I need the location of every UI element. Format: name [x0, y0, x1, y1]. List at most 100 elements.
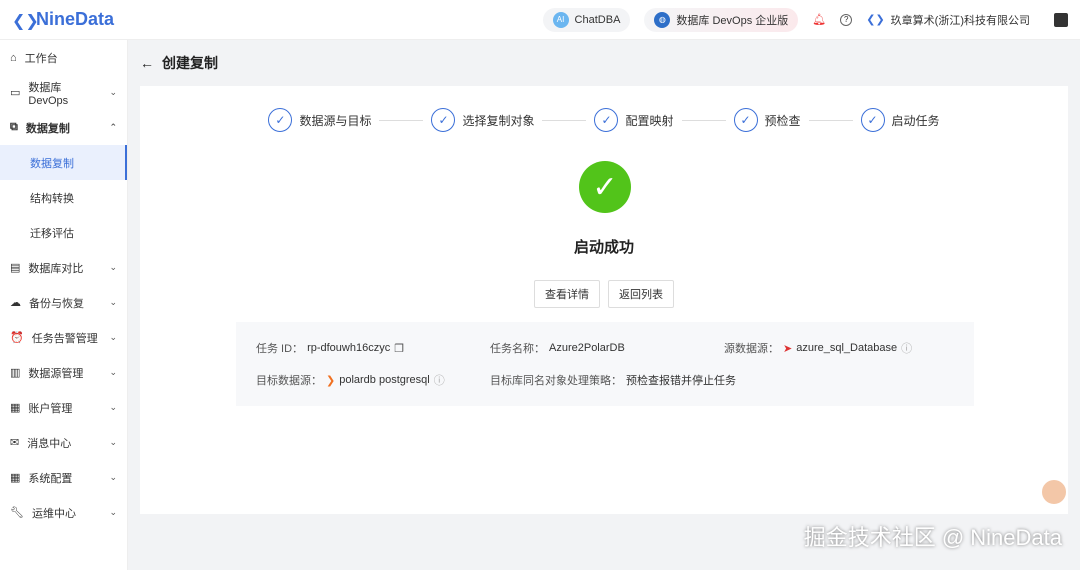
- chevron-icon: ⌄: [109, 297, 117, 307]
- copy-icon: ⧉: [10, 121, 18, 133]
- chevron-icon: ⌄: [109, 367, 117, 377]
- task-id-value: rp-dfouwh16czyc: [307, 342, 391, 354]
- globe-icon: ◍: [654, 11, 671, 28]
- edition-button[interactable]: ◍ 数据库 DevOps 企业版: [644, 7, 799, 32]
- copy-icon[interactable]: ❐: [394, 342, 404, 355]
- sidebar-item[interactable]: ▦ 系统配置 ⌄: [0, 460, 127, 495]
- step-connector: [542, 119, 587, 121]
- sidebar-item[interactable]: ⧉ 数据复制 ⌃: [0, 110, 127, 145]
- org-name: 玖章算术(浙江)科技有限公司: [890, 14, 1030, 27]
- sidebar-item-label: 账户管理: [28, 402, 73, 415]
- chevron-icon: ⌄: [109, 262, 117, 272]
- back-to-list-button[interactable]: 返回列表: [608, 280, 674, 308]
- sidebar-item-label: 工作台: [24, 52, 58, 65]
- sidebar-item[interactable]: ▥ 数据源管理 ⌄: [0, 355, 127, 390]
- task-name-value: Azure2PolarDB: [549, 342, 625, 354]
- chevron-icon: ⌄: [109, 402, 117, 412]
- sidebar-item[interactable]: ▭ 数据库 DevOps ⌄: [0, 75, 127, 110]
- step-label: 启动任务: [891, 113, 940, 128]
- sidebar-item-label: 系统配置: [28, 472, 73, 485]
- page-title: 创建复制: [162, 54, 218, 71]
- sidebar-item-label: 备份与恢复: [29, 297, 84, 310]
- step: ✓ 选择复制对象: [431, 108, 534, 132]
- chevron-icon: ⌄: [109, 87, 117, 97]
- language-icon[interactable]: [1054, 12, 1068, 27]
- step: ✓ 预检查: [733, 108, 801, 132]
- sidebar-item-label: 数据库 DevOps: [28, 81, 69, 107]
- chevron-icon: ⌃: [109, 122, 117, 132]
- support-avatar[interactable]: [1040, 478, 1068, 506]
- top-bar: ❮❯ NineData AI ChatDBA ◍ 数据库 DevOps 企业版 🔔︎ …: [0, 0, 1080, 40]
- sidebar-item-label: 任务告警管理: [31, 332, 98, 345]
- policy-value: 预检查报错并停止任务: [626, 375, 736, 387]
- sidebar-item[interactable]: ▦ 账户管理 ⌄: [0, 390, 127, 425]
- polardb-icon: ❯: [326, 374, 336, 387]
- chevron-icon: ⌄: [109, 507, 117, 517]
- step: ✓ 启动任务: [860, 108, 940, 132]
- chatdba-label: ChatDBA: [574, 13, 621, 26]
- sidebar-item[interactable]: ▤ 数据库对比 ⌄: [0, 250, 127, 285]
- sidebar-item-label: 数据复制: [25, 122, 70, 135]
- sidebar-item-label: 数据复制: [30, 157, 74, 170]
- sidebar-item[interactable]: 结构转换: [0, 180, 127, 215]
- sidebar-item-label: 运维中心: [31, 507, 76, 520]
- sidebar-item-label: 迁移评估: [30, 227, 74, 240]
- cloud-icon: ☁: [10, 297, 21, 309]
- grid-icon: ▦: [10, 472, 21, 484]
- check-icon: ✓: [431, 108, 456, 132]
- task-name-label: 任务名称：: [490, 343, 545, 355]
- chatdba-button[interactable]: AI ChatDBA: [542, 7, 631, 32]
- target-label: 目标数据源：: [256, 375, 322, 387]
- sidebar-item[interactable]: 迁移评估: [0, 215, 127, 250]
- source-value: azure_sql_Database: [796, 342, 898, 354]
- sidebar: ⌂ 工作台 ▭ 数据库 DevOps ⌄ ⧉ 数据复制 ⌃ 数据复制 结构转换 迁移评估 ▤ 数据库对比…: [0, 40, 128, 570]
- step-label: 预检查: [764, 113, 801, 128]
- azure-icon: ➤: [783, 342, 793, 355]
- sidebar-item-label: 结构转换: [30, 192, 74, 205]
- ai-icon: AI: [552, 11, 569, 28]
- home-icon: ⌂: [10, 51, 17, 64]
- step: ✓ 数据源与目标: [268, 108, 371, 132]
- sidebar-item-label: 消息中心: [27, 437, 72, 450]
- sidebar-item[interactable]: 🔧︎ 运维中心 ⌄: [0, 495, 127, 530]
- steps: ✓ 数据源与目标 ✓ 选择复制对象 ✓ 配置映射 ✓ 预检查 ✓ 启动任务: [140, 108, 1068, 132]
- wrench-icon: 🔧︎: [10, 507, 24, 519]
- org-switcher[interactable]: ❮❯ 玖章算术(浙江)科技有限公司: [866, 12, 1030, 28]
- info-icon[interactable]: ⓘ: [901, 340, 912, 356]
- logo[interactable]: ❮❯ NineData: [12, 9, 114, 30]
- source-label: 源数据源：: [724, 343, 779, 355]
- sidebar-item-label: 数据源管理: [28, 367, 84, 380]
- step-connector: [808, 119, 853, 121]
- view-details-button[interactable]: 查看详情: [534, 280, 600, 308]
- sidebar-item[interactable]: ✉ 消息中心 ⌄: [0, 425, 127, 460]
- main-area: ← 创建复制 ✓ 数据源与目标 ✓ 选择复制对象 ✓ 配置映射 ✓ 预检查 ✓ 启动任务 ✓ 启动成…: [128, 40, 1080, 570]
- bell-icon[interactable]: 🔔︎: [812, 13, 826, 26]
- edition-label: 数据库 DevOps 企业版: [676, 14, 789, 27]
- logo-text: NineData: [36, 9, 115, 29]
- sidebar-item[interactable]: ☁ 备份与恢复 ⌄: [0, 285, 127, 320]
- back-arrow-icon[interactable]: ←: [140, 55, 154, 71]
- compare-icon: ▤: [10, 262, 21, 274]
- account-icon: ▦: [10, 402, 21, 414]
- step-label: 配置映射: [625, 113, 674, 128]
- mail-icon: ✉: [10, 437, 20, 449]
- info-icon[interactable]: ⓘ: [434, 372, 445, 388]
- check-icon: ✓: [594, 108, 619, 132]
- alarm-icon: ⏰: [10, 332, 24, 344]
- help-icon[interactable]: ?: [840, 13, 853, 26]
- step-connector: [379, 119, 424, 121]
- sidebar-item[interactable]: 数据复制: [0, 145, 127, 180]
- policy-label: 目标库同名对象处理策略：: [490, 375, 622, 387]
- check-icon: ✓: [733, 108, 758, 132]
- task-info: 任务 ID： rp-dfouwh16czyc ❐ 任务名称： Azure2PolarD…: [236, 322, 974, 406]
- task-id-label: 任务 ID：: [256, 343, 304, 355]
- success-check-icon: ✓: [579, 161, 631, 213]
- chevron-icon: ⌄: [109, 437, 117, 447]
- target-value: polardb postgresql: [339, 374, 430, 386]
- step-connector: [681, 119, 726, 121]
- sidebar-item[interactable]: ⌂ 工作台: [0, 40, 127, 75]
- sidebar-item[interactable]: ⏰ 任务告警管理 ⌄: [0, 320, 127, 355]
- chevron-icon: ⌄: [109, 332, 117, 342]
- org-logo-icon: ❮❯: [866, 14, 885, 26]
- watermark: 掘金技术社区 @ NineData: [803, 525, 1062, 550]
